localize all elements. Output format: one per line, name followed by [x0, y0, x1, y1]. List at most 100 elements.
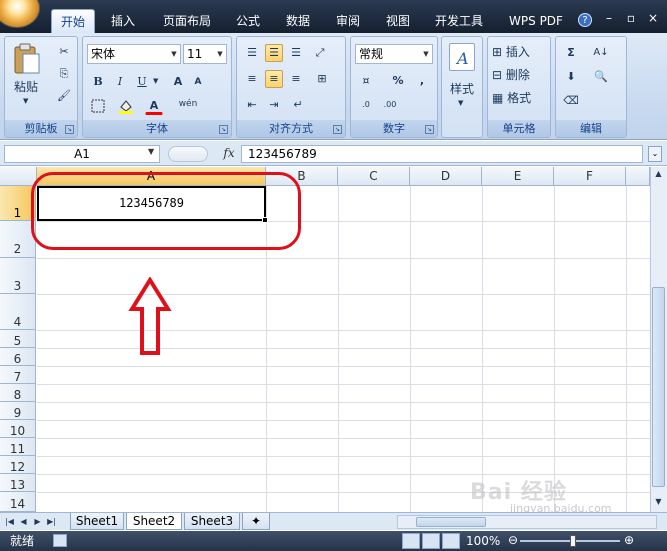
alignment-launcher-icon[interactable]: ↘	[333, 125, 342, 134]
clipboard-launcher-icon[interactable]: ↘	[65, 125, 74, 134]
paste-dropdown-icon[interactable]: ▼	[23, 97, 28, 105]
paste-label[interactable]: 粘贴	[14, 79, 38, 95]
row-header-14[interactable]: 14	[0, 492, 36, 512]
styles-label[interactable]: 样式	[450, 81, 474, 97]
insert-sheet-icon[interactable]: ✦	[242, 513, 270, 530]
find-select-icon[interactable]: 🔍	[592, 68, 610, 86]
borders-icon[interactable]	[89, 97, 107, 115]
clear-icon[interactable]: ⌫	[562, 92, 580, 110]
row-header-3[interactable]: 3	[0, 258, 36, 294]
align-bottom-icon[interactable]: ☰	[287, 44, 305, 62]
sort-filter-icon[interactable]: A↓	[592, 44, 610, 62]
next-sheet-icon[interactable]: ▶	[32, 515, 43, 529]
tab-page-layout[interactable]: 页面布局	[154, 9, 220, 33]
sheet-tab-2[interactable]: Sheet2	[126, 513, 182, 530]
bold-button[interactable]: B	[89, 73, 107, 91]
shrink-font-button[interactable]: A	[189, 73, 207, 91]
column-header-f[interactable]: F	[554, 167, 626, 186]
tab-data[interactable]: 数据	[276, 9, 320, 33]
increase-indent-icon[interactable]: ⇥	[265, 96, 283, 114]
tab-wps-pdf[interactable]: WPS PDF	[500, 9, 572, 33]
percent-button[interactable]: %	[389, 72, 407, 90]
minimize-ribbon-icon[interactable]: –	[602, 11, 616, 25]
grow-font-button[interactable]: A	[169, 73, 187, 91]
row-header-7[interactable]: 7	[0, 366, 36, 384]
paste-icon[interactable]	[11, 43, 41, 75]
scroll-down-icon[interactable]: ▼	[651, 497, 666, 511]
phonetic-guide-button[interactable]: wén	[175, 95, 201, 113]
copy-icon[interactable]: ⎘	[55, 65, 73, 83]
normal-view-icon[interactable]	[402, 533, 420, 549]
page-layout-view-icon[interactable]	[422, 533, 440, 549]
sheet-tab-1[interactable]: Sheet1	[70, 513, 124, 530]
row-header-5[interactable]: 5	[0, 330, 36, 348]
tab-view[interactable]: 视图	[376, 9, 420, 33]
align-top-icon[interactable]: ☰	[243, 44, 261, 62]
scroll-up-icon[interactable]: ▲	[651, 169, 666, 183]
wrap-text-icon[interactable]: ↵	[289, 96, 307, 114]
formula-splitter-handle[interactable]	[168, 146, 208, 162]
row-header-12[interactable]: 12	[0, 456, 36, 474]
styles-dropdown-icon[interactable]: ▼	[458, 99, 463, 107]
insert-cells-button[interactable]: ⊞ 插入	[492, 44, 530, 60]
orientation-icon[interactable]: ⤢	[311, 44, 329, 62]
underline-button[interactable]: U	[133, 73, 151, 91]
comma-button[interactable]: ,	[413, 72, 431, 90]
zoom-level[interactable]: 100%	[466, 533, 500, 549]
number-launcher-icon[interactable]: ↘	[425, 125, 434, 134]
tab-home[interactable]: 开始	[51, 9, 95, 33]
tab-developer[interactable]: 开发工具	[426, 9, 492, 33]
expand-formula-bar-icon[interactable]: ⌄	[648, 146, 662, 162]
column-header-d[interactable]: D	[410, 167, 482, 186]
vertical-scroll-thumb[interactable]	[652, 287, 665, 487]
fill-color-icon[interactable]	[117, 97, 135, 115]
cut-icon[interactable]: ✂	[55, 43, 73, 61]
row-header-13[interactable]: 13	[0, 474, 36, 492]
office-button[interactable]	[0, 0, 40, 28]
row-header-4[interactable]: 4	[0, 294, 36, 330]
macro-record-icon[interactable]	[53, 534, 67, 547]
currency-icon[interactable]: ¤	[357, 72, 375, 90]
zoom-slider-knob[interactable]	[570, 535, 576, 547]
align-right-icon[interactable]: ≡	[287, 70, 305, 88]
number-format-combo[interactable]: 常规 ▼	[355, 44, 433, 64]
font-name-combo[interactable]: 宋体 ▼	[87, 44, 181, 64]
zoom-in-icon[interactable]: ⊕	[624, 533, 634, 547]
font-size-combo[interactable]: 11 ▼	[183, 44, 227, 64]
insert-function-icon[interactable]: fx	[220, 145, 238, 161]
styles-icon[interactable]: A	[449, 43, 475, 71]
row-header-8[interactable]: 8	[0, 384, 36, 402]
last-sheet-icon[interactable]: ▶|	[46, 515, 57, 529]
zoom-out-icon[interactable]: ⊖	[508, 533, 518, 547]
align-middle-icon[interactable]: ☰	[265, 44, 283, 62]
worksheet-grid[interactable]: A B C D E F 1 2 3 4 5 6 7 8 9 10 11 12 1…	[0, 167, 667, 512]
align-left-icon[interactable]: ≡	[243, 70, 261, 88]
merge-center-icon[interactable]: ⊞	[313, 70, 331, 88]
tab-insert[interactable]: 插入	[101, 9, 145, 33]
format-painter-icon[interactable]: 🖌	[55, 87, 73, 105]
autosum-button[interactable]: Σ	[562, 44, 580, 62]
formula-input[interactable]: 123456789	[241, 145, 643, 163]
fill-icon[interactable]: ⬇	[562, 68, 580, 86]
row-header-6[interactable]: 6	[0, 348, 36, 366]
name-box-dropdown-icon[interactable]: ▼	[148, 147, 154, 156]
column-header-c[interactable]: C	[338, 167, 410, 186]
row-header-11[interactable]: 11	[0, 438, 36, 456]
select-all-corner[interactable]	[0, 167, 37, 186]
restore-window-icon[interactable]: ▫	[624, 11, 638, 25]
underline-dropdown-icon[interactable]: ▼	[153, 77, 158, 85]
page-break-view-icon[interactable]	[442, 533, 460, 549]
font-launcher-icon[interactable]: ↘	[219, 125, 228, 134]
decrease-indent-icon[interactable]: ⇤	[243, 96, 261, 114]
close-window-icon[interactable]: ×	[646, 11, 660, 25]
first-sheet-icon[interactable]: |◀	[4, 515, 15, 529]
align-center-icon[interactable]: ≡	[265, 70, 283, 88]
name-box[interactable]: A1	[4, 145, 160, 163]
row-header-10[interactable]: 10	[0, 420, 36, 438]
italic-button[interactable]: I	[111, 73, 129, 91]
sheet-tab-3[interactable]: Sheet3	[184, 513, 240, 530]
increase-decimal-icon[interactable]: .0	[357, 96, 375, 114]
row-header-9[interactable]: 9	[0, 402, 36, 420]
prev-sheet-icon[interactable]: ◀	[18, 515, 29, 529]
decrease-decimal-icon[interactable]: .00	[381, 96, 399, 114]
